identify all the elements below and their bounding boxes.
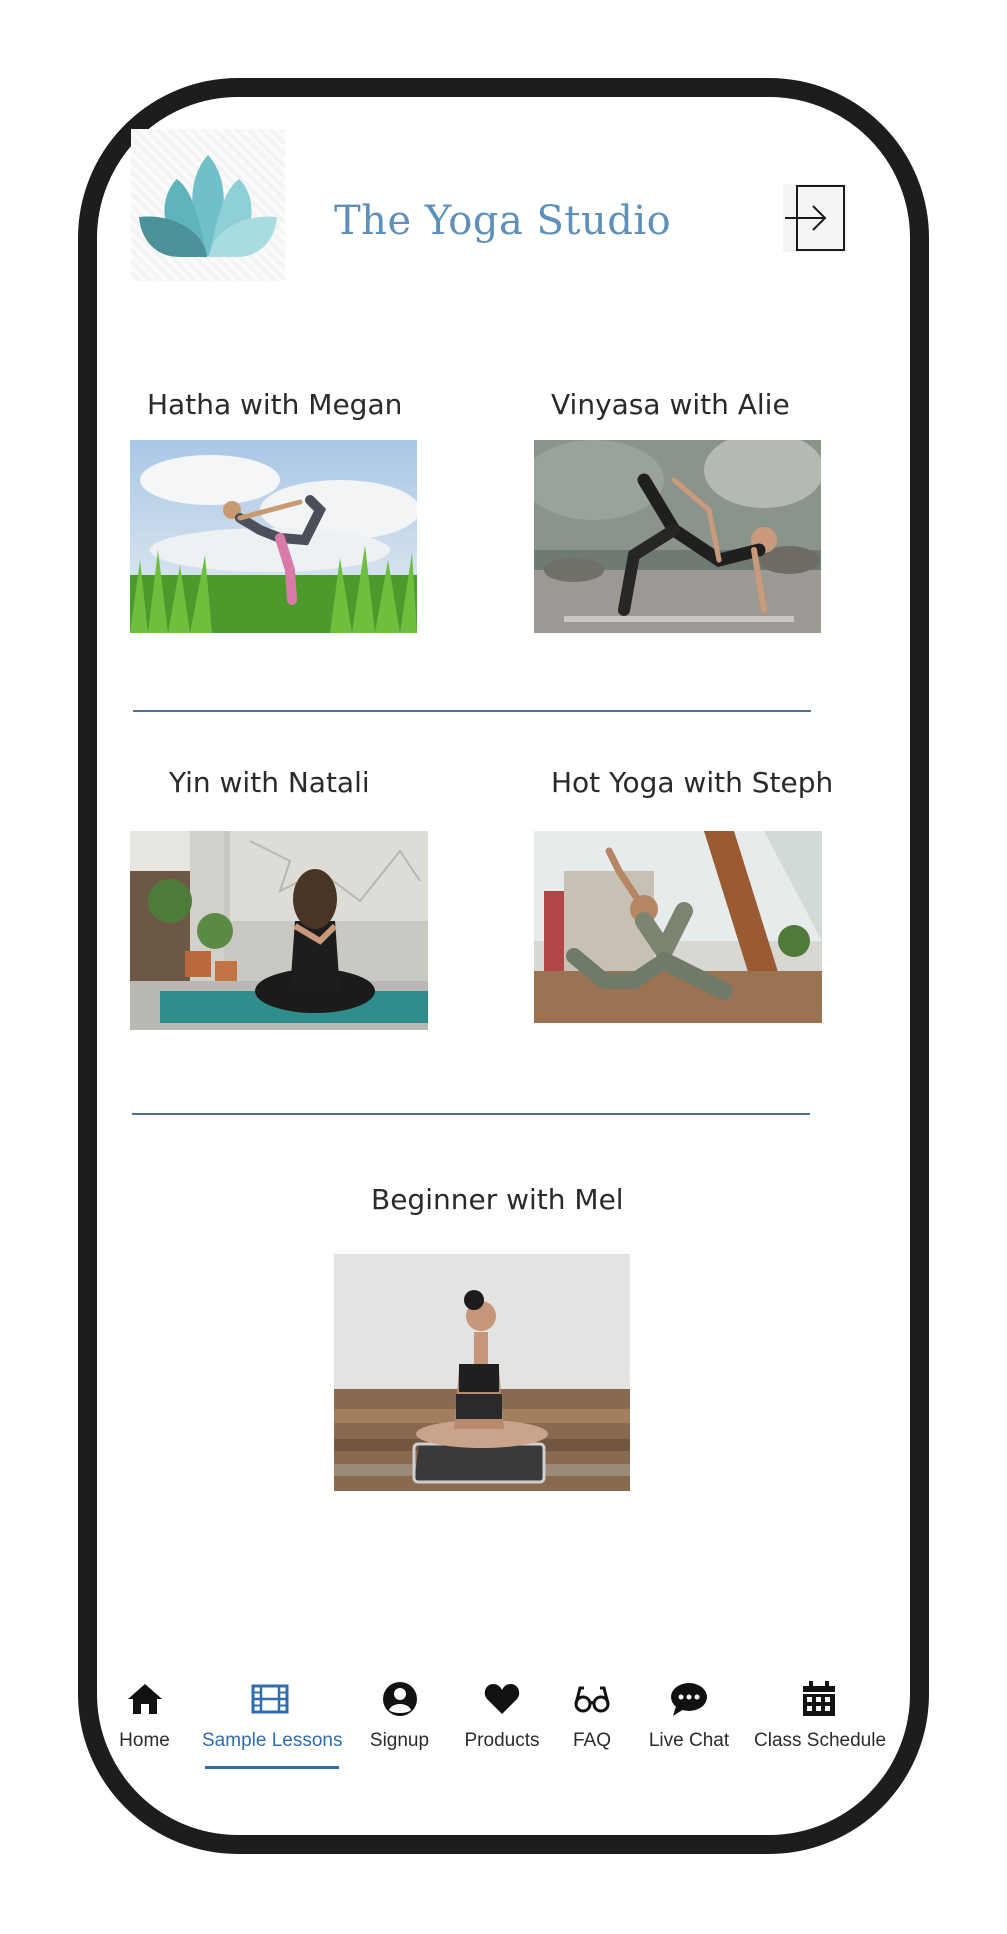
section-divider bbox=[133, 710, 811, 712]
lesson-title-hatha: Hatha with Megan bbox=[147, 388, 403, 421]
nav-label-class-schedule: Class Schedule bbox=[754, 1730, 887, 1751]
lesson-photo-yin[interactable] bbox=[130, 831, 428, 1030]
nav-item-home[interactable]: Home bbox=[97, 1680, 192, 1752]
lesson-title-hot-yoga: Hot Yoga with Steph bbox=[551, 766, 834, 799]
nav-item-signup[interactable]: Signup bbox=[362, 1680, 437, 1752]
lesson-photo-vinyasa[interactable] bbox=[534, 440, 821, 633]
app-title: The Yoga Studio bbox=[334, 198, 672, 244]
section-divider bbox=[132, 1113, 810, 1115]
nav-item-live-chat[interactable]: Live Chat bbox=[643, 1680, 735, 1752]
heart-icon bbox=[484, 1684, 520, 1714]
lotus-logo bbox=[131, 129, 285, 281]
glasses-icon bbox=[574, 1686, 610, 1713]
lesson-photo-beginner[interactable] bbox=[334, 1254, 630, 1491]
nav-label-live-chat: Live Chat bbox=[648, 1730, 730, 1751]
nav-item-products[interactable]: Products bbox=[458, 1680, 546, 1752]
nav-label-products: Products bbox=[464, 1730, 540, 1751]
bottom-nav: Home Sample Lessons Signup Products FAQ … bbox=[97, 1680, 909, 1770]
nav-label-home: Home bbox=[119, 1730, 170, 1751]
nav-item-class-schedule[interactable]: Class Schedule bbox=[754, 1680, 887, 1752]
lesson-title-beginner: Beginner with Mel bbox=[371, 1183, 624, 1216]
nav-item-sample-lessons[interactable]: Sample Lessons bbox=[202, 1680, 343, 1752]
nav-label-faq: FAQ bbox=[572, 1730, 611, 1751]
sign-in-icon bbox=[785, 185, 845, 251]
nav-label-sample-lessons: Sample Lessons bbox=[202, 1730, 343, 1751]
calendar-icon bbox=[803, 1681, 835, 1716]
home-icon bbox=[127, 1684, 162, 1714]
nav-label-signup: Signup bbox=[369, 1730, 430, 1751]
chat-bubble-icon bbox=[671, 1683, 707, 1716]
lesson-title-vinyasa: Vinyasa with Alie bbox=[551, 388, 790, 421]
lesson-title-yin: Yin with Natali bbox=[169, 766, 370, 799]
lesson-photo-hot-yoga[interactable] bbox=[534, 831, 822, 1023]
lesson-photo-hatha[interactable] bbox=[130, 440, 417, 633]
login-button[interactable] bbox=[783, 184, 847, 252]
nav-item-faq[interactable]: FAQ bbox=[562, 1680, 622, 1752]
active-tab-indicator bbox=[205, 1766, 339, 1769]
film-icon bbox=[251, 1684, 289, 1714]
user-circle-icon bbox=[382, 1682, 417, 1716]
